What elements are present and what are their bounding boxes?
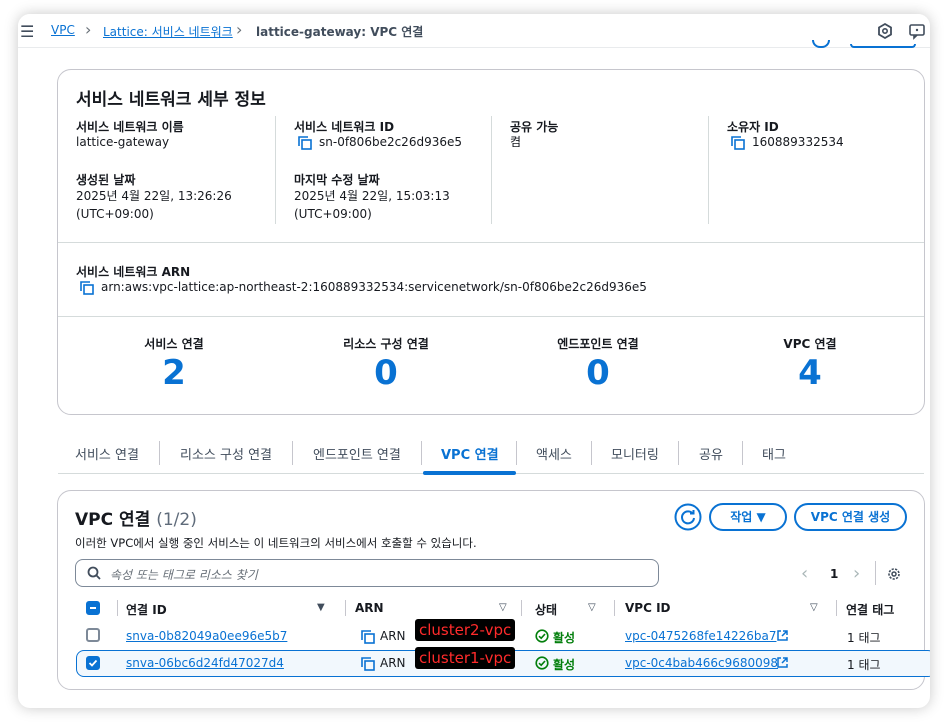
modified-label: 마지막 수정 날짜 (294, 173, 380, 187)
copy-icon[interactable] (731, 136, 745, 150)
selection-count: (1/2) (156, 510, 197, 530)
arn-value: arn:aws:vpc-lattice:ap-northeast-2:16088… (101, 280, 647, 294)
search-placeholder: 속성 또는 태그로 리소스 찾기 (110, 568, 258, 582)
column-header-tags[interactable]: 연결 태그 (846, 601, 894, 618)
row-checkbox[interactable] (86, 628, 100, 642)
chevron-right-icon[interactable]: › (853, 563, 860, 584)
created-value: 2025년 4월 22일, 13:26:26 (76, 189, 232, 203)
chevron-right-icon: › (85, 20, 92, 39)
owner-value: 160889332534 (752, 135, 844, 149)
column-header-vpc-id[interactable]: VPC ID (625, 601, 671, 615)
status-success-icon (535, 656, 549, 670)
table-title: VPC 연결 (1/2) (75, 510, 197, 530)
search-input[interactable]: 속성 또는 태그로 리소스 찾기 (75, 559, 659, 587)
tab-tags[interactable]: 태그 (762, 444, 786, 463)
vpc-id-link[interactable]: vpc-0475268fe14226ba7 (625, 629, 776, 643)
tab-monitoring[interactable]: 모니터링 (611, 444, 659, 463)
modified-tz: (UTC+09:00) (294, 207, 372, 221)
partial-button-edge (850, 44, 916, 48)
sharable-value: 켬 (510, 135, 522, 149)
arn-text: ARN (380, 656, 406, 670)
actions-button[interactable]: 작업 ▼ (709, 503, 787, 531)
caret-down-icon[interactable]: ▼ (317, 602, 325, 613)
copy-icon[interactable] (298, 136, 312, 150)
caret-down-icon[interactable]: ▽ (499, 602, 507, 613)
association-id-link[interactable]: snva-0b82049a0ee96e5b7 (126, 629, 287, 643)
counter-resource-label: 리소스 구성 연결 (343, 337, 429, 351)
tag-count: 1 태그 (847, 658, 881, 672)
check-icon (88, 659, 98, 667)
column-header-status[interactable]: 상태 (535, 601, 557, 618)
column-header-id[interactable]: 연결 ID (126, 601, 167, 618)
modified-value: 2025년 4월 22일, 15:03:13 (294, 189, 450, 203)
tab-sharing[interactable]: 공유 (699, 444, 723, 463)
counter-endpoint-label: 엔드포인트 연결 (557, 337, 639, 351)
status-success-icon (535, 629, 549, 643)
tab-resource-config-associations[interactable]: 리소스 구성 연결 (180, 444, 272, 463)
arn-text: ARN (380, 629, 406, 643)
status-text: 활성 (553, 658, 576, 672)
top-bar: ☰ VPC › Lattice: 서비스 네트워크 › lattice-gate… (18, 14, 930, 48)
select-all-checkbox[interactable] (86, 601, 100, 615)
row-checkbox[interactable] (86, 656, 100, 670)
counter-vpc-label: VPC 연결 (783, 337, 837, 351)
tag-count: 1 태그 (847, 631, 881, 645)
tab-vpc-associations[interactable]: VPC 연결 (441, 444, 499, 463)
column-header-arn[interactable]: ARN (355, 601, 384, 615)
table-description: 이러한 VPC에서 실행 중인 서비스는 이 네트워크의 서비스에서 호출할 수… (75, 536, 477, 550)
external-link-icon[interactable] (776, 656, 789, 669)
caret-down-icon[interactable]: ▽ (588, 602, 596, 613)
status-text: 활성 (553, 631, 576, 645)
details-card: 서비스 네트워크 세부 정보 서비스 네트워크 이름 lattice-gatew… (57, 69, 925, 415)
counter-service-label: 서비스 연결 (144, 337, 204, 351)
cluster-annotation: cluster2-vpc (415, 619, 516, 641)
tab-endpoint-associations[interactable]: 엔드포인트 연결 (313, 444, 401, 463)
counter-resource-value[interactable]: 0 (306, 353, 466, 393)
settings-shortcut-icon[interactable] (876, 22, 894, 40)
create-vpc-association-button[interactable]: VPC 연결 생성 (794, 503, 907, 531)
copy-icon[interactable] (80, 281, 94, 295)
external-link-icon[interactable] (776, 629, 789, 642)
id-value: sn-0f806be2c26d936e5 (319, 135, 462, 149)
caret-down-icon[interactable]: ▽ (810, 602, 818, 613)
partial-button-edge (812, 40, 830, 48)
vpc-id-link[interactable]: vpc-0c4bab466c9680098 (625, 656, 778, 670)
breadcrumb-current: lattice-gateway: VPC 연결 (256, 25, 424, 39)
chevron-left-icon[interactable]: ‹ (801, 563, 808, 584)
caret-down-icon: ▼ (756, 510, 766, 524)
breadcrumb-vpc[interactable]: VPC (51, 23, 75, 37)
created-label: 생성된 날짜 (76, 173, 136, 187)
counter-service-value[interactable]: 2 (94, 353, 254, 393)
counter-vpc-value[interactable]: 4 (730, 353, 890, 393)
active-tab-indicator (423, 471, 516, 475)
search-icon (87, 566, 101, 580)
copy-icon[interactable] (361, 657, 375, 671)
feedback-icon[interactable] (908, 22, 926, 40)
name-value: lattice-gateway (76, 135, 170, 149)
created-tz: (UTC+09:00) (76, 207, 154, 221)
gear-icon[interactable] (886, 566, 902, 582)
tab-service-associations[interactable]: 서비스 연결 (75, 444, 139, 463)
chevron-right-icon: › (236, 20, 243, 39)
menu-icon[interactable]: ☰ (20, 22, 34, 41)
copy-icon[interactable] (361, 630, 375, 644)
cluster-annotation: cluster1-vpc (415, 647, 516, 669)
page-number[interactable]: 1 (830, 567, 838, 581)
breadcrumb-lattice[interactable]: Lattice: 서비스 네트워크 (103, 23, 233, 40)
tab-access[interactable]: 액세스 (536, 444, 572, 463)
app-window: ☰ VPC › Lattice: 서비스 네트워크 › lattice-gate… (18, 14, 930, 708)
counter-endpoint-value[interactable]: 0 (518, 353, 678, 393)
association-id-link[interactable]: snva-06bc6d24fd47027d4 (126, 656, 284, 670)
refresh-icon[interactable] (674, 503, 702, 531)
details-title: 서비스 네트워크 세부 정보 (76, 90, 266, 110)
